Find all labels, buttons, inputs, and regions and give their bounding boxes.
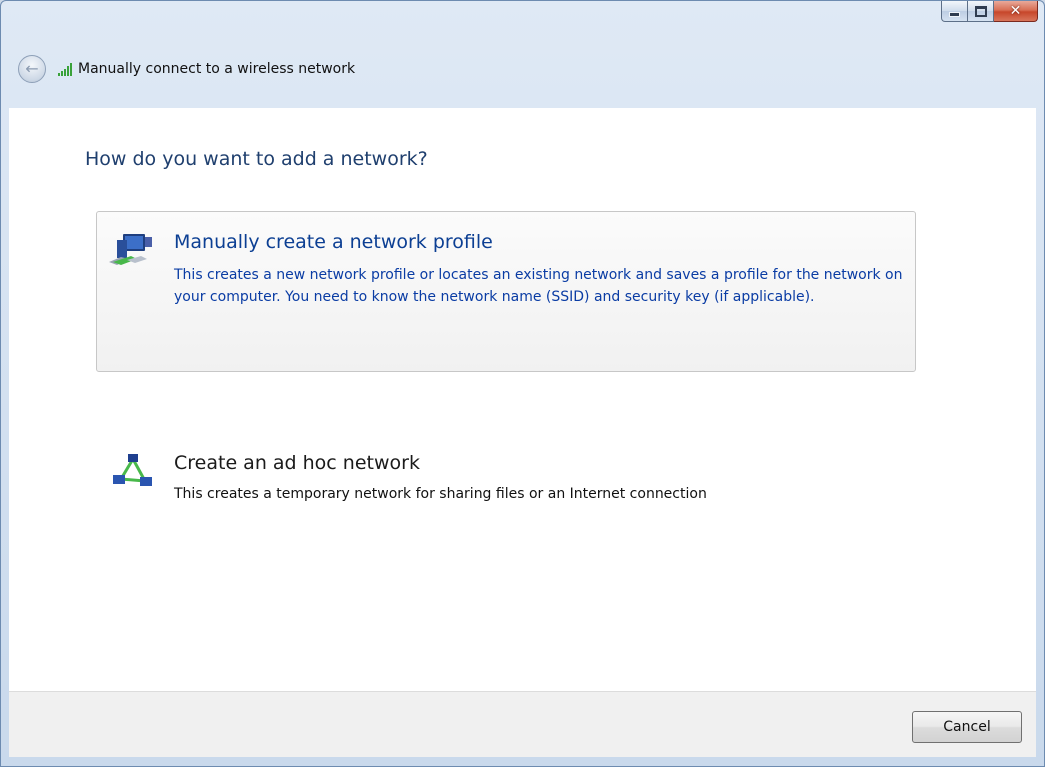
option-manual-profile[interactable]: Manually create a network profile This c… [96,211,916,372]
option-description: This creates a new network profile or lo… [174,267,903,305]
back-arrow-icon: ← [25,58,39,78]
network-profile-icon [109,234,152,265]
cancel-button[interactable]: Cancel [912,711,1022,743]
ad-hoc-network-icon [113,454,152,486]
option-description: This creates a temporary network for sha… [174,486,707,502]
caption-buttons: ✕ [941,1,1038,23]
option-title: Manually create a network profile [174,231,493,253]
minimize-button[interactable] [941,1,968,22]
close-button[interactable]: ✕ [994,1,1038,22]
dialog-window: ✕ ← Manually connect to a wireless netwo… [0,0,1045,767]
page-heading: How do you want to add a network? [85,148,428,170]
wireless-signal-icon [58,62,72,76]
option-ad-hoc[interactable]: Create an ad hoc network This creates a … [96,438,916,508]
option-title: Create an ad hoc network [174,452,420,474]
maximize-button[interactable] [968,1,994,22]
dialog-footer: Cancel [9,691,1036,757]
content-area: How do you want to add a network? Manual… [9,108,1036,691]
back-button[interactable]: ← [18,55,46,83]
maximize-icon [974,5,987,17]
close-icon: ✕ [1009,3,1022,19]
navigation-bar: ← Manually connect to a wireless network [18,55,355,95]
window-title: Manually connect to a wireless network [78,61,356,77]
minimize-icon [949,11,960,17]
